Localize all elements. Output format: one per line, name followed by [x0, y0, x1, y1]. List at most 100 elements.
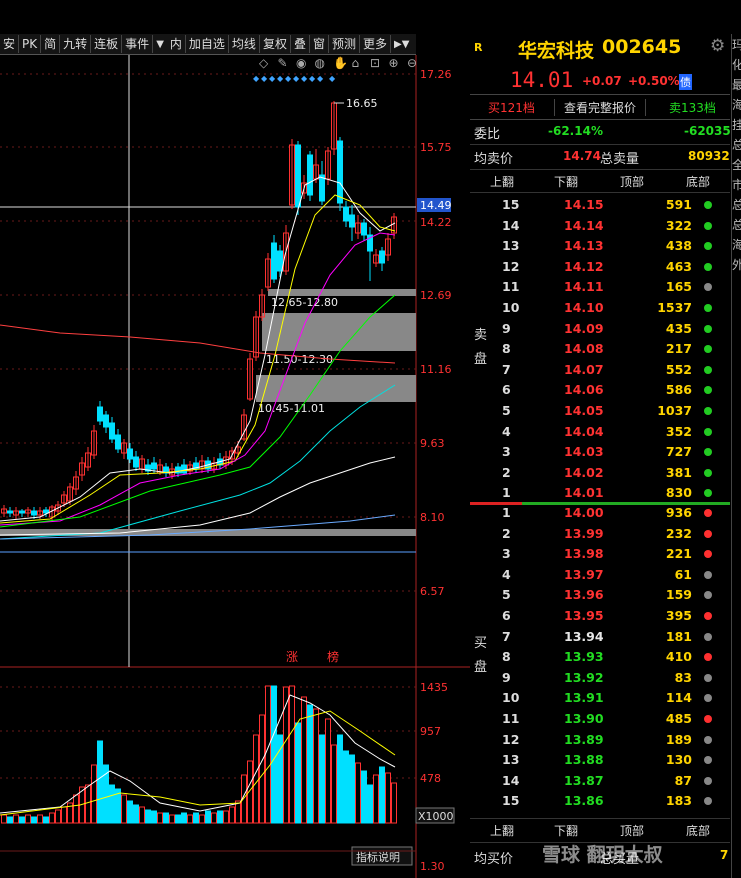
status-dot-icon — [704, 797, 712, 806]
volume-bar — [373, 774, 379, 824]
nav-bottom: 上翻 下翻 顶部 底部 — [470, 818, 730, 841]
volume-bar — [97, 740, 103, 824]
status-dot-icon — [704, 304, 712, 312]
edge-char: 总 — [732, 138, 741, 152]
nav-1[interactable]: 下翻 — [554, 822, 578, 839]
ask-row[interactable]: 15 14.15 591 — [470, 195, 730, 216]
candle-body — [151, 462, 157, 470]
bond-badge[interactable]: 债 — [679, 74, 692, 90]
price: 14.02 — [564, 464, 604, 480]
event-marker-icon: ◆ — [261, 74, 268, 83]
bid-row[interactable]: 11 13.90 485 — [470, 709, 730, 730]
price: 14.08 — [564, 341, 604, 357]
bid-row[interactable]: 15 13.86 183 — [470, 791, 730, 812]
toolbar-item-3[interactable]: 九转 — [60, 35, 92, 53]
tool-icon: ⊡ — [370, 56, 380, 70]
bid-row[interactable]: 13 13.88 130 — [470, 750, 730, 771]
edge-char: 全 — [732, 158, 741, 172]
toolbar-item-5[interactable]: 事件 — [122, 35, 154, 53]
bid-row[interactable]: 6 13.95 395 — [470, 606, 730, 627]
nav-1[interactable]: 下翻 — [554, 173, 578, 190]
candle-body — [109, 422, 115, 440]
ask-row[interactable]: 13 14.13 438 — [470, 236, 730, 257]
bid-row[interactable]: 14 13.87 87 — [470, 771, 730, 792]
buy-levels-button[interactable]: 买121档 — [488, 99, 535, 116]
ask-row[interactable]: 1 14.01 830 — [470, 483, 730, 504]
ask-row[interactable]: 2 14.02 381 — [470, 463, 730, 484]
ask-row[interactable]: 3 14.03 727 — [470, 442, 730, 463]
toolbar-item-9[interactable]: 复权 — [260, 35, 291, 53]
ask-row[interactable]: 7 14.07 552 — [470, 360, 730, 381]
volume-bar — [277, 734, 283, 824]
price: 13.97 — [564, 566, 604, 582]
toolbar-item-7[interactable]: 加自选 — [186, 35, 229, 53]
toolbar-item-13[interactable]: 更多 — [360, 35, 392, 53]
ask-row[interactable]: 10 14.10 1537 — [470, 298, 730, 319]
ask-row[interactable]: 14 14.14 322 — [470, 216, 730, 237]
bid-row[interactable]: 9 13.92 83 — [470, 668, 730, 689]
status-dot-icon — [704, 776, 712, 785]
toolbar-item-12[interactable]: 预测 — [329, 35, 360, 53]
toolbar-item-2[interactable]: 简 — [41, 35, 61, 53]
toolbar-item-11[interactable]: 窗 — [310, 35, 329, 53]
settings-gear-icon[interactable]: ⚙ — [710, 36, 725, 56]
edge-char: 总 — [732, 218, 741, 232]
ask-row[interactable]: 6 14.06 586 — [470, 380, 730, 401]
event-marker-icon: ◆ — [301, 74, 308, 83]
panel-toggle-icon[interactable]: ▶▼ — [391, 39, 412, 50]
toolbar-item-0[interactable]: 安 — [0, 35, 20, 53]
bid-row[interactable]: 3 13.98 221 — [470, 544, 730, 565]
tool-icon: ◇ — [259, 56, 269, 70]
kline-chart[interactable]: 17.26 15.75 14.49 14.22 12.69 11.16 9.63 8.10 6.… — [0, 55, 470, 878]
candle-body — [97, 406, 103, 422]
level: 2 — [502, 525, 511, 541]
ratio-row: 委比 -62.14% -62035 — [470, 120, 731, 145]
nav-0[interactable]: 上翻 — [490, 173, 514, 190]
toolbar-item-10[interactable]: 叠 — [291, 35, 310, 53]
volume-tick: 957 — [420, 725, 441, 738]
nav-2[interactable]: 顶部 — [620, 822, 644, 839]
bid-row[interactable]: 5 13.96 159 — [470, 585, 730, 606]
full-quote-button[interactable]: 查看完整报价 — [554, 99, 647, 116]
toolbar-item-4[interactable]: 连板 — [91, 35, 123, 53]
price: 14.03 — [564, 444, 604, 460]
event-marker-icon: ◆ — [285, 74, 292, 83]
nav-2[interactable]: 顶部 — [620, 173, 644, 190]
bid-row[interactable]: 7 13.94 181 — [470, 627, 730, 648]
bid-row[interactable]: 4 13.97 61 — [470, 565, 730, 586]
sell-levels-button[interactable]: 卖133档 — [669, 99, 716, 116]
volume-bar — [133, 804, 139, 824]
bid-row[interactable]: 12 13.89 189 — [470, 730, 730, 751]
ask-row[interactable]: 9 14.09 435 — [470, 319, 730, 340]
bid-row[interactable]: 2 13.99 232 — [470, 524, 730, 545]
ask-row[interactable]: 5 14.05 1037 — [470, 401, 730, 422]
ask-row[interactable]: 12 14.12 463 — [470, 257, 730, 278]
ma60-line — [0, 384, 396, 540]
nav-3[interactable]: 底部 — [686, 822, 710, 839]
dropdown-arrow-icon[interactable]: ▼ — [153, 39, 167, 50]
volume-bar — [385, 772, 391, 824]
bid-row[interactable]: 10 13.91 114 — [470, 688, 730, 709]
ask-row[interactable]: 8 14.08 217 — [470, 339, 730, 360]
bottom-total-value: 7 — [720, 848, 729, 862]
volume: 1537 — [657, 300, 692, 315]
level: 7 — [502, 628, 511, 644]
toolbar-item-8[interactable]: 均线 — [229, 35, 260, 53]
tool-icon: ◉ — [296, 56, 306, 70]
toolbar-item-6[interactable]: 内 — [167, 35, 186, 53]
volume: 232 — [665, 525, 692, 541]
volume-bar — [229, 806, 235, 824]
volume: 87 — [674, 772, 692, 788]
status-dot-icon — [704, 262, 712, 271]
bid-row[interactable]: 1 14.00 936 — [470, 503, 730, 524]
bid-row[interactable]: 8 13.93 410 — [470, 647, 730, 668]
nav-3[interactable]: 底部 — [686, 173, 710, 190]
ask-row[interactable]: 4 14.04 352 — [470, 422, 730, 443]
volume-bar — [211, 812, 217, 824]
toolbar-item-1[interactable]: PK — [19, 35, 42, 53]
volume-bar — [391, 782, 397, 824]
nav-0[interactable]: 上翻 — [490, 822, 514, 839]
price: 13.87 — [564, 772, 604, 788]
volume-bar — [25, 814, 31, 824]
ask-row[interactable]: 11 14.11 165 — [470, 277, 730, 298]
